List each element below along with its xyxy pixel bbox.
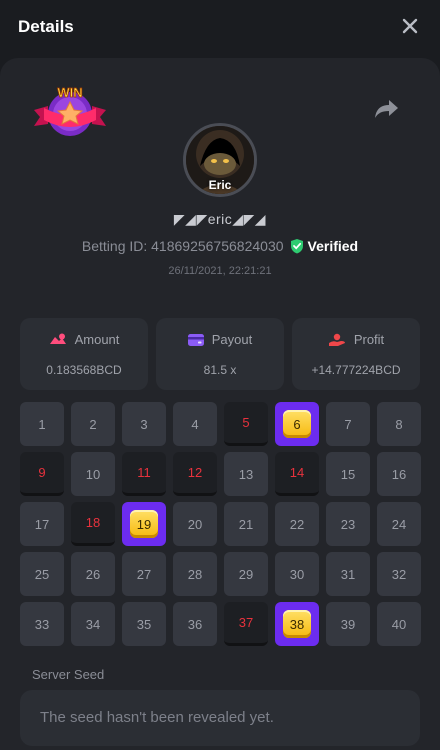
share-icon bbox=[375, 100, 398, 118]
server-seed-field[interactable]: The seed hasn't been revealed yet. bbox=[20, 690, 420, 746]
grid-cell-9[interactable]: 9 bbox=[20, 452, 64, 496]
wallet-icon bbox=[187, 333, 204, 346]
dialog-title: Details bbox=[18, 17, 74, 36]
close-button[interactable] bbox=[398, 14, 422, 38]
grid-cell-40[interactable]: 40 bbox=[377, 602, 421, 646]
amount-icon bbox=[49, 333, 66, 344]
gem-icon: 38 bbox=[283, 610, 311, 638]
grid-cell-29[interactable]: 29 bbox=[224, 552, 268, 596]
profit-card: Profit +14.777224BCD bbox=[292, 318, 420, 390]
avatar-name: Eric bbox=[208, 178, 232, 192]
verified-label: Verified bbox=[307, 238, 359, 254]
grid-cell-35[interactable]: 35 bbox=[122, 602, 166, 646]
grid-cell-6[interactable]: 6 bbox=[275, 402, 319, 446]
grid-cell-2[interactable]: 2 bbox=[71, 402, 115, 446]
betting-id: Betting ID: 41869256756824030 bbox=[81, 238, 284, 254]
bet-datetime: 26/11/2021, 22:21:21 bbox=[168, 265, 272, 277]
grid-cell-13[interactable]: 13 bbox=[224, 452, 268, 496]
grid-cell-8[interactable]: 8 bbox=[377, 402, 421, 446]
grid-cell-17[interactable]: 17 bbox=[20, 502, 64, 546]
grid-cell-33[interactable]: 33 bbox=[20, 602, 64, 646]
grid-cell-28[interactable]: 28 bbox=[173, 552, 217, 596]
grid-cell-24[interactable]: 24 bbox=[377, 502, 421, 546]
grid-cell-39[interactable]: 39 bbox=[326, 602, 370, 646]
share-button[interactable] bbox=[374, 98, 400, 120]
profit-label: Profit bbox=[353, 332, 385, 347]
amount-card: Amount 0.183568BCD bbox=[20, 318, 148, 390]
win-badge-icon: WIN bbox=[34, 85, 106, 136]
grid-cell-30[interactable]: 30 bbox=[275, 552, 319, 596]
gem-icon: 6 bbox=[283, 410, 311, 438]
grid-cell-34[interactable]: 34 bbox=[71, 602, 115, 646]
grid-cell-11[interactable]: 11 bbox=[122, 452, 166, 496]
grid-cell-38[interactable]: 38 bbox=[275, 602, 319, 646]
grid-cell-14[interactable]: 14 bbox=[275, 452, 319, 496]
grid-cell-37[interactable]: 37 bbox=[224, 602, 268, 646]
amount-value: 0.183568BCD bbox=[46, 363, 122, 377]
grid-cell-4[interactable]: 4 bbox=[173, 402, 217, 446]
grid-cell-31[interactable]: 31 bbox=[326, 552, 370, 596]
grid-cell-3[interactable]: 3 bbox=[122, 402, 166, 446]
server-seed-value: The seed hasn't been revealed yet. bbox=[40, 709, 274, 726]
grid-cell-20[interactable]: 20 bbox=[173, 502, 217, 546]
grid-cell-1[interactable]: 1 bbox=[20, 402, 64, 446]
dialog-header: Details bbox=[0, 0, 440, 56]
shield-check-icon bbox=[290, 239, 303, 254]
amount-label: Amount bbox=[74, 332, 120, 347]
gem-icon: 19 bbox=[130, 510, 158, 538]
close-icon bbox=[402, 18, 418, 34]
payout-label: Payout bbox=[211, 332, 253, 347]
grid-cell-36[interactable]: 36 bbox=[173, 602, 217, 646]
profit-value: +14.777224BCD bbox=[311, 363, 401, 377]
grid-cell-25[interactable]: 25 bbox=[20, 552, 64, 596]
grid-cell-26[interactable]: 26 bbox=[71, 552, 115, 596]
grid-cell-7[interactable]: 7 bbox=[326, 402, 370, 446]
grid-cell-21[interactable]: 21 bbox=[224, 502, 268, 546]
payout-card: Payout 81.5 x bbox=[156, 318, 284, 390]
profit-icon bbox=[328, 333, 345, 346]
server-seed-label: Server Seed bbox=[32, 667, 105, 682]
payout-value: 81.5 x bbox=[203, 363, 237, 377]
grid-cell-5[interactable]: 5 bbox=[224, 402, 268, 446]
grid-cell-15[interactable]: 15 bbox=[326, 452, 370, 496]
username: ◤◢◤eric◢◤◢ bbox=[173, 211, 267, 227]
grid-cell-18[interactable]: 18 bbox=[71, 502, 115, 546]
grid-cell-32[interactable]: 32 bbox=[377, 552, 421, 596]
verified-badge: Verified bbox=[290, 238, 359, 254]
win-badge: WIN bbox=[32, 82, 108, 142]
grid-cell-12[interactable]: 12 bbox=[173, 452, 217, 496]
betting-id-row: Betting ID: 41869256756824030 Verified bbox=[0, 238, 440, 254]
grid-cell-16[interactable]: 16 bbox=[377, 452, 421, 496]
win-badge-text: WIN bbox=[57, 85, 82, 100]
grid-cell-19[interactable]: 19 bbox=[122, 502, 166, 546]
grid-cell-23[interactable]: 23 bbox=[326, 502, 370, 546]
grid-cell-10[interactable]: 10 bbox=[71, 452, 115, 496]
avatar: Eric bbox=[183, 123, 257, 197]
grid-cell-22[interactable]: 22 bbox=[275, 502, 319, 546]
grid-cell-27[interactable]: 27 bbox=[122, 552, 166, 596]
